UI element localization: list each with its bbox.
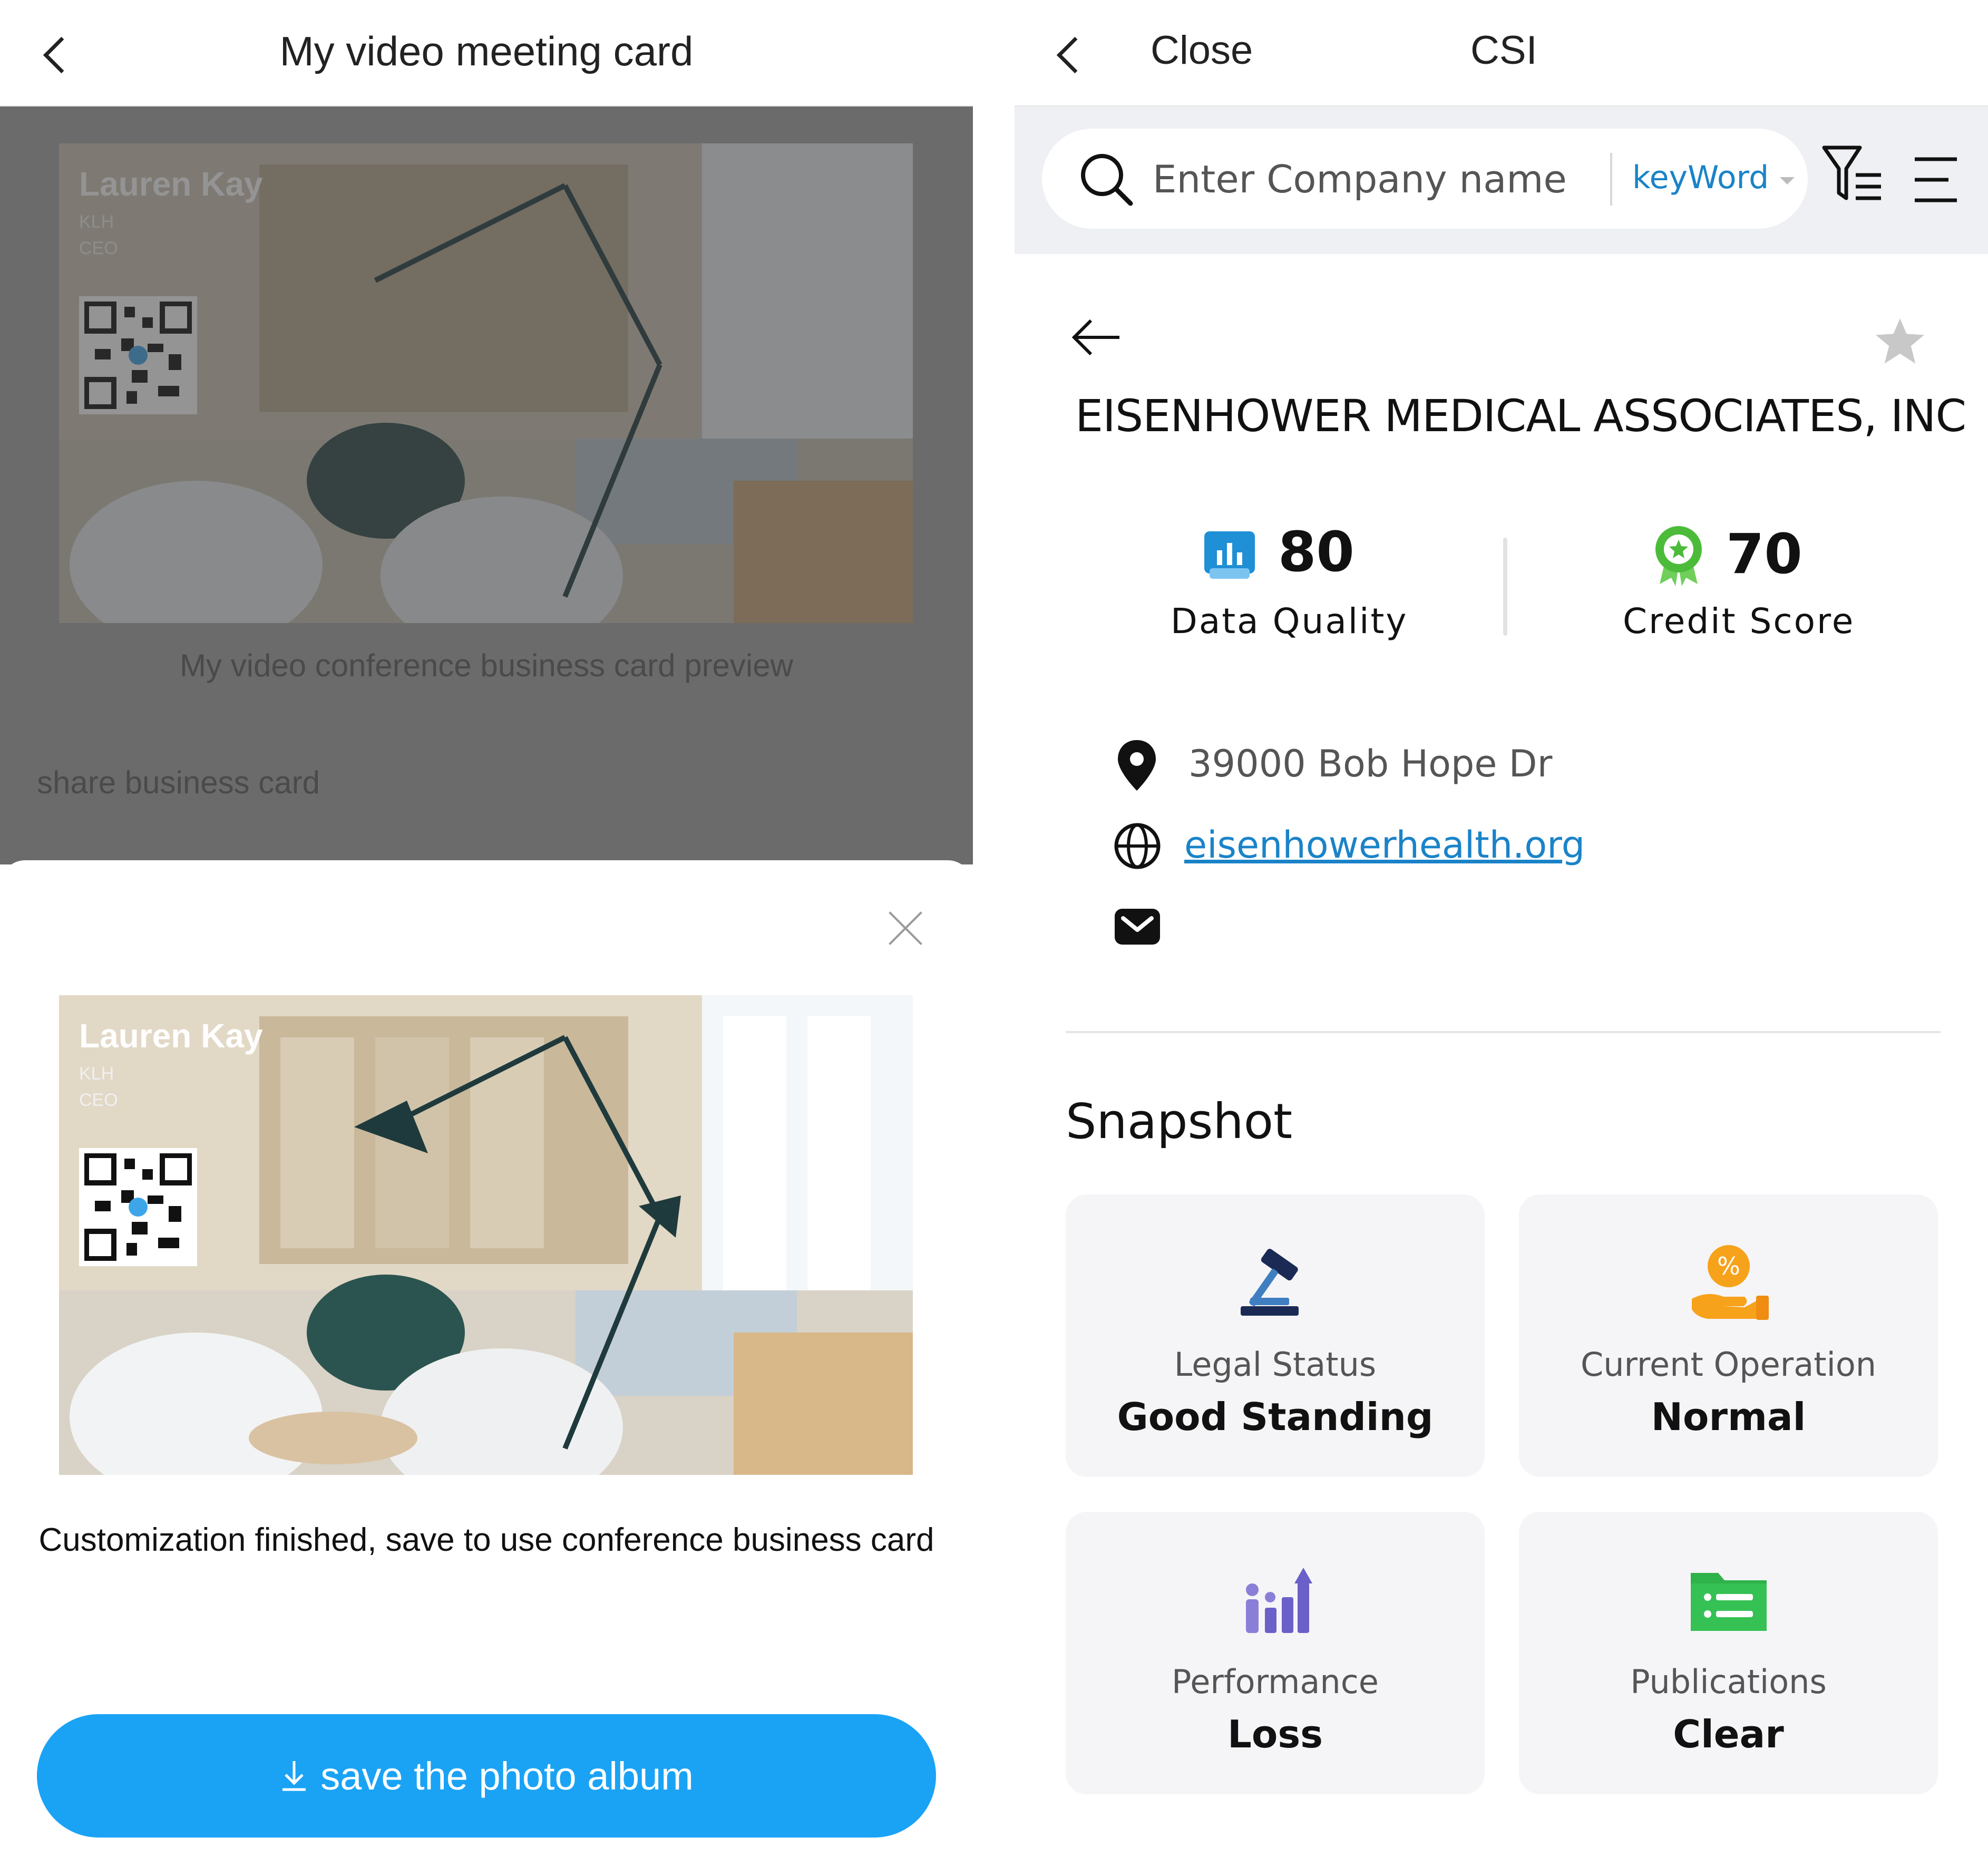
background-content: Lauren Kay KLH CEO My video co: [0, 106, 973, 864]
left-screen: My video meeting card Lauren Kay KLH CE: [0, 0, 973, 1876]
share-business-card-label: share business card: [37, 765, 320, 800]
card-company: KLH: [79, 1064, 114, 1084]
company-website-link[interactable]: eisenhowerhealth.org: [1184, 823, 1585, 867]
gavel-icon: [1241, 1249, 1299, 1316]
tile-value: Clear: [1673, 1712, 1784, 1756]
preview-caption: My video conference business card previe…: [180, 648, 793, 683]
right-screen: Close CSI keyWord: [1015, 0, 1988, 1876]
save-button-label: save the photo album: [320, 1754, 694, 1798]
bottom-sheet: Lauren Kay KLH CEO Customization finishe…: [0, 860, 973, 1876]
caret-down-icon[interactable]: [1780, 177, 1795, 184]
credit-score-label: Credit Score: [1623, 601, 1855, 641]
section-divider: [1066, 1031, 1941, 1033]
qr-code-icon: [79, 1148, 197, 1266]
close-icon[interactable]: [885, 908, 925, 948]
page-title: My video meeting card: [279, 28, 694, 74]
snapshot-tile-publications[interactable]: Publications Clear: [1519, 1512, 1938, 1794]
card-role: CEO: [79, 1090, 118, 1110]
menu-icon[interactable]: [1911, 156, 1961, 203]
credit-badge-icon: [1655, 526, 1702, 586]
globe-icon: [1114, 823, 1161, 869]
save-photo-album-button[interactable]: save the photo album: [37, 1714, 936, 1838]
company-search-input[interactable]: [1153, 154, 1601, 205]
credit-score-value: 70: [1726, 522, 1802, 586]
top-nav-bar: My video meeting card: [0, 0, 973, 106]
data-quality-label: Data Quality: [1171, 601, 1408, 641]
svg-text:%: %: [1717, 1252, 1740, 1280]
tile-label: Current Operation: [1580, 1345, 1877, 1384]
website-url[interactable]: eisenhowerhealth.org: [1184, 823, 1585, 867]
back-chevron-icon[interactable]: [1056, 36, 1094, 74]
email-icon: [1115, 909, 1160, 945]
card-name: Lauren Kay: [79, 1017, 263, 1055]
tile-label: Performance: [1172, 1663, 1379, 1701]
tile-label: Legal Status: [1174, 1345, 1377, 1384]
tile-value: Normal: [1651, 1395, 1806, 1439]
snapshot-tile-legal-status[interactable]: Legal Status Good Standing: [1066, 1194, 1485, 1477]
tile-label: Publications: [1630, 1663, 1827, 1701]
folder-list-icon: [1691, 1573, 1767, 1631]
dim-overlay: [59, 143, 913, 623]
page-title: CSI: [1470, 28, 1537, 73]
download-icon: [282, 1761, 306, 1791]
snapshot-title: Snapshot: [1066, 1093, 1293, 1150]
panel-gutter: [973, 0, 1015, 1876]
tile-value: Good Standing: [1117, 1395, 1434, 1439]
location-pin-icon: [1118, 740, 1156, 791]
filter-list-icon[interactable]: [1821, 143, 1884, 207]
search-divider: [1610, 153, 1612, 206]
top-nav-bar: Close CSI: [1015, 0, 1988, 106]
card-preview-background: Lauren Kay KLH CEO: [59, 143, 913, 623]
data-quality-value: 80: [1278, 520, 1354, 584]
metric-divider: [1503, 538, 1507, 636]
tile-value: Loss: [1227, 1712, 1323, 1756]
search-field-container: keyWord: [1042, 129, 1808, 229]
search-bar: keyWord: [1015, 106, 1988, 254]
snapshot-tile-performance[interactable]: Performance Loss: [1066, 1512, 1485, 1794]
company-name: EISENHOWER MEDICAL ASSOCIATES, INC: [1075, 390, 1966, 442]
star-favorite-icon[interactable]: [1874, 316, 1926, 367]
bar-chart-icon: [1204, 531, 1255, 579]
snapshot-tile-current-operation[interactable]: % Current Operation Normal: [1519, 1194, 1938, 1477]
card-preview: Lauren Kay KLH CEO: [59, 995, 913, 1475]
percent-hand-icon: %: [1692, 1245, 1769, 1320]
search-icon: [1081, 154, 1133, 206]
company-address: 39000 Bob Hope Dr: [1188, 742, 1553, 785]
growth-chart-icon: [1246, 1568, 1312, 1633]
back-arrow-icon[interactable]: [1070, 316, 1123, 358]
search-mode-select[interactable]: keyWord: [1632, 159, 1769, 196]
close-button[interactable]: Close: [1151, 27, 1253, 73]
customization-message: Customization finished, save to use conf…: [38, 1522, 934, 1558]
